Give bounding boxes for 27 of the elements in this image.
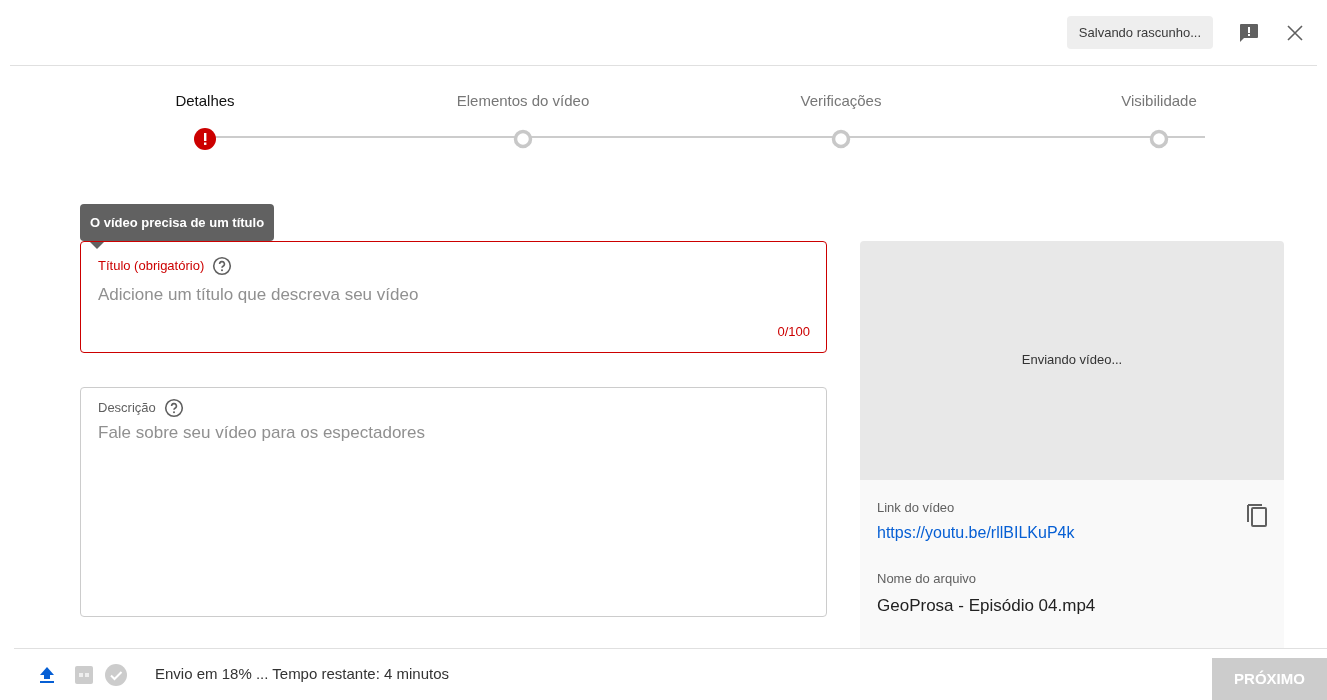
- title-field[interactable]: Título (obrigatório) Adicione um título que descreva seu vídeo 0/100: [80, 240, 827, 353]
- step-label[interactable]: Detalhes: [175, 90, 235, 113]
- description-input[interactable]: Fale sobre seu vídeo para os espectadores: [98, 419, 809, 570]
- help-icon[interactable]: [163, 397, 184, 418]
- step-label[interactable]: Verificações: [800, 90, 882, 113]
- video-link[interactable]: https://youtu.be/rllBILKuP4k: [877, 521, 1075, 545]
- link-label: Link do vídeo: [877, 498, 955, 517]
- status-chip: Salvando rascunho...: [1066, 15, 1213, 50]
- copy-icon[interactable]: [1246, 501, 1268, 528]
- checkmark-icon[interactable]: [105, 663, 127, 686]
- tooltip-pointer-icon: [90, 241, 104, 249]
- file-name-label: Nome do arquivo: [877, 570, 977, 588]
- upload-icon[interactable]: [39, 665, 55, 684]
- character-counter: 0/100: [777, 323, 810, 341]
- error-icon[interactable]: [194, 126, 216, 151]
- title-input[interactable]: Adicione um título que descreva seu vídeo: [98, 281, 809, 307]
- step-label[interactable]: Elementos do vídeo: [456, 90, 590, 113]
- description-field[interactable]: Descrição Fale sobre seu vídeo para os espectadores: [80, 386, 827, 617]
- tooltip: O vídeo precisa de um título: [80, 203, 275, 241]
- field-label: Descrição: [98, 398, 156, 417]
- upload-status-text: Enviando vídeo...: [1021, 351, 1123, 370]
- field-label: Título (obrigatório): [98, 256, 205, 275]
- close-icon[interactable]: [1285, 22, 1305, 43]
- step-label[interactable]: Visibilidade: [1121, 90, 1197, 113]
- file-name: GeoProsa - Episódio 04.mp4: [877, 594, 1097, 617]
- help-icon[interactable]: [212, 255, 233, 276]
- upload-progress-text: Envio em 18% ... Tempo restante: 4 minutos: [155, 664, 450, 685]
